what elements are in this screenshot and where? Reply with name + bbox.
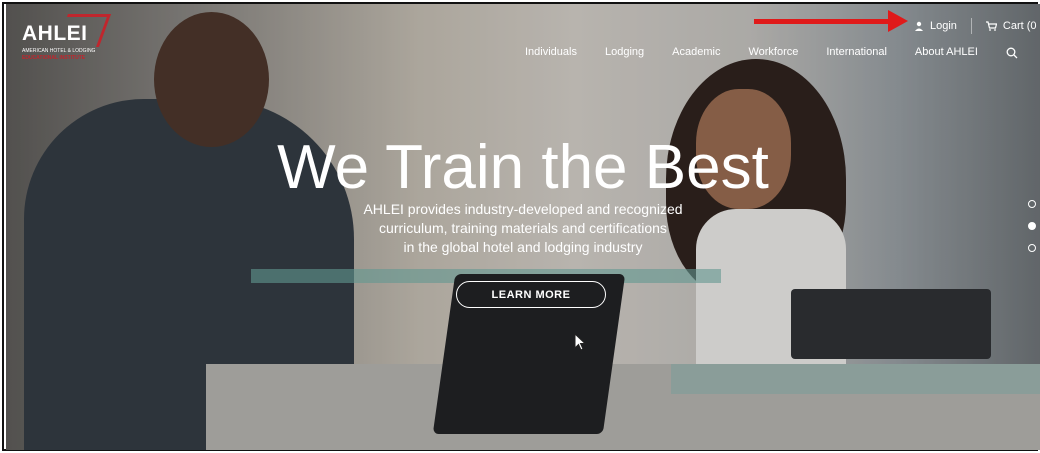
utility-divider <box>970 18 972 34</box>
nav-item-international[interactable]: International <box>826 46 887 59</box>
learn-more-button[interactable]: LEARN MORE <box>456 281 606 308</box>
annotation-arrow-shaft <box>754 19 894 24</box>
cart-label: Cart (0 <box>1002 20 1037 32</box>
hero-headline: We Train the Best <box>277 133 769 202</box>
carousel-indicators <box>1028 200 1036 266</box>
login-label: Login <box>930 20 957 32</box>
nav-item-individuals[interactable]: Individuals <box>525 46 577 59</box>
logo-subtitle-2: EDUCATIONAL INSTITUTE <box>22 55 86 61</box>
nav-item-about[interactable]: About AHLEI <box>915 46 978 59</box>
login-link[interactable]: Login <box>914 20 957 32</box>
nav-item-workforce[interactable]: Workforce <box>748 46 798 59</box>
logo-subtitle-1: AMERICAN HOTEL & LODGING <box>22 48 96 54</box>
hero-subtext: AHLEI provides industry-developed and re… <box>6 200 1040 257</box>
utility-bar: Login Cart (0 <box>914 18 1037 34</box>
site-logo[interactable]: AHLEI AMERICAN HOTEL & LODGING EDUCATION… <box>22 14 112 61</box>
cart-link[interactable]: Cart (0 <box>985 20 1037 32</box>
carousel-dot-2[interactable] <box>1028 222 1036 230</box>
logo-roof-mark <box>55 14 112 47</box>
nav-item-lodging[interactable]: Lodging <box>605 46 644 59</box>
hero-subtext-line-2: curriculum, training materials and certi… <box>379 220 667 236</box>
cart-icon <box>985 21 997 31</box>
hero-subtext-line-1: AHLEI provides industry-developed and re… <box>363 201 683 217</box>
nav-item-academic[interactable]: Academic <box>672 46 720 59</box>
user-icon <box>915 21 923 31</box>
carousel-dot-3[interactable] <box>1028 244 1036 252</box>
hero-banner: AHLEI AMERICAN HOTEL & LODGING EDUCATION… <box>6 4 1040 450</box>
mouse-pointer-icon <box>574 333 586 351</box>
main-nav: Individuals Lodging Academic Workforce I… <box>525 46 1018 59</box>
search-icon[interactable] <box>1006 47 1018 59</box>
hero-subtext-line-3: in the global hotel and lodging industry <box>403 239 643 255</box>
annotation-arrow-head <box>888 10 908 32</box>
carousel-dot-1[interactable] <box>1028 200 1036 208</box>
